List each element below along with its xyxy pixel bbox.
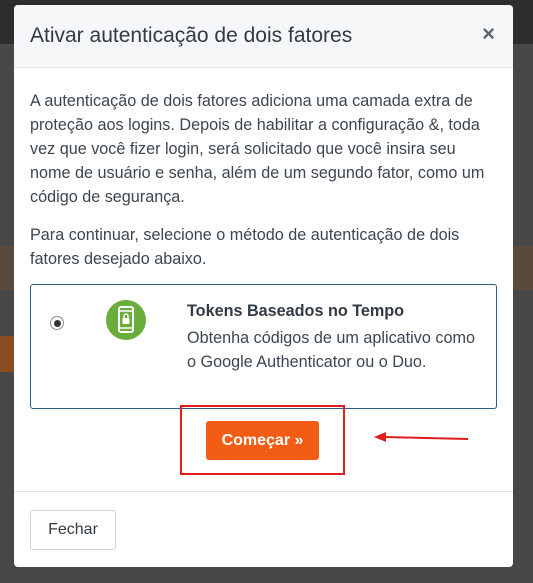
modal-title: Ativar autenticação de dois fatores	[30, 24, 353, 47]
modal-footer: Fechar	[14, 491, 513, 567]
option-time-based-tokens[interactable]: Tokens Baseados no Tempo Obtenha códigos…	[30, 284, 497, 409]
close-button[interactable]: Fechar	[30, 510, 116, 550]
annotation-arrow-icon	[374, 432, 469, 442]
start-button[interactable]: Começar »	[206, 421, 319, 460]
intro-text: A autenticação de dois fatores adiciona …	[30, 92, 485, 206]
radio-selected-dot	[53, 319, 61, 327]
instruction-text: Para continuar, selecione o método de au…	[30, 226, 460, 268]
background-orange-button	[0, 336, 14, 372]
modal-header: Ativar autenticação de dois fatores ×	[14, 5, 513, 68]
option-title: Tokens Baseados no Tempo	[187, 302, 405, 320]
option-description: Obtenha códigos de um aplicativo como o …	[187, 329, 475, 371]
two-factor-modal: Ativar autenticação de dois fatores × A …	[14, 5, 513, 567]
close-icon[interactable]: ×	[482, 21, 495, 47]
option-radio[interactable]	[50, 316, 64, 330]
phone-lock-icon	[106, 300, 146, 340]
